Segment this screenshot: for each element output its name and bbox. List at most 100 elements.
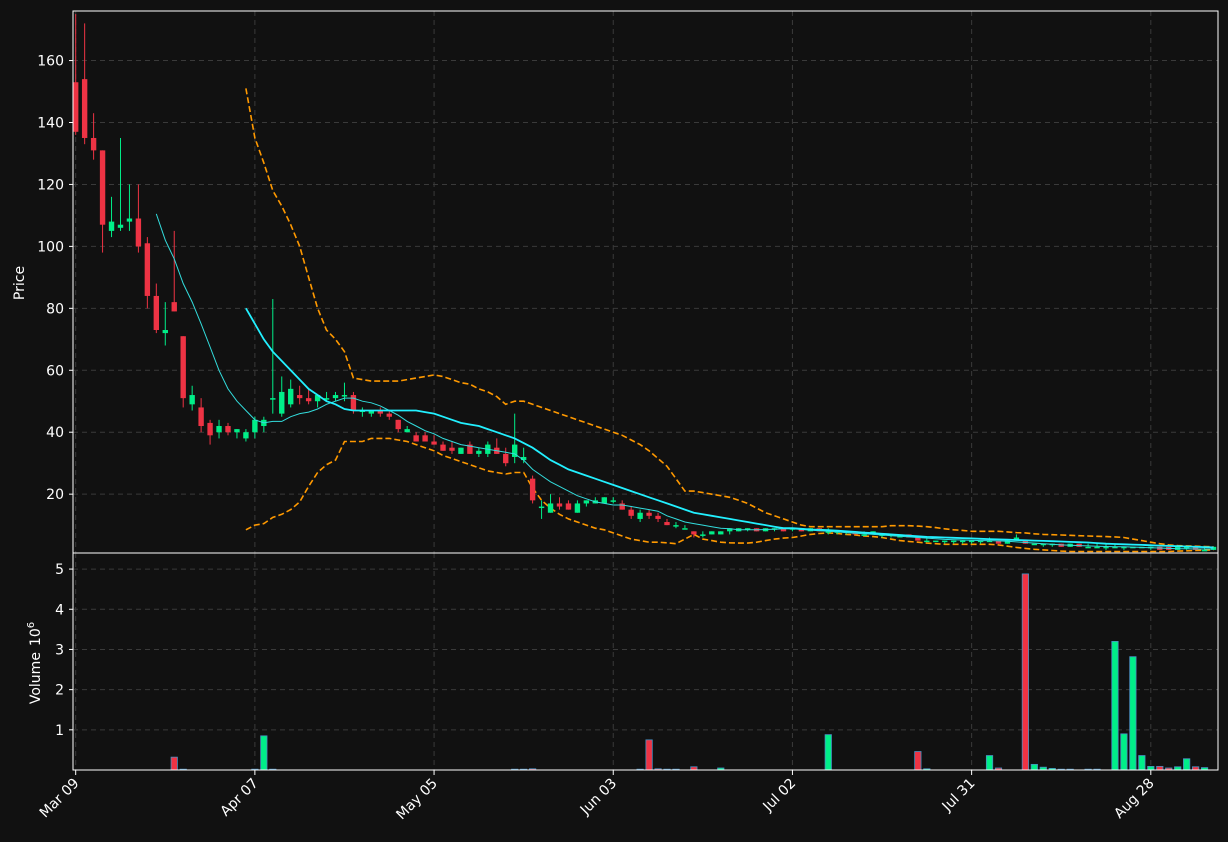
volume-bar-up	[1111, 641, 1119, 771]
candle-up	[933, 540, 939, 543]
candle-body	[1085, 546, 1091, 549]
candle-body	[117, 224, 124, 228]
volume-bar-up	[985, 755, 994, 771]
volume-tick-label: 5	[55, 562, 64, 578]
candle-body	[422, 435, 428, 442]
candle-body	[225, 426, 231, 433]
candle-body	[476, 450, 482, 454]
volume-bar-up	[1138, 755, 1146, 771]
price-tick-label: 80	[46, 301, 64, 317]
candle-body	[709, 531, 715, 535]
candle-body	[386, 413, 392, 417]
candle-body	[216, 426, 222, 433]
volume-bar-down	[1021, 573, 1029, 771]
volume-bar-up	[1120, 733, 1128, 771]
volume-tick-label: 2	[55, 683, 64, 699]
volume-bar-down	[170, 756, 178, 771]
candle-body	[503, 453, 509, 464]
volume-tick-label: 4	[55, 602, 64, 618]
candle-up	[709, 531, 715, 535]
candlestick-chart: 20 40 60 80 100 120 140 160 Price 1 2 3 4 5 Volume 1…	[0, 0, 1228, 842]
candle-body	[305, 398, 312, 402]
candle-body	[673, 525, 679, 527]
volume-bar-down	[645, 739, 653, 771]
candle-body	[942, 540, 948, 543]
price-tick-label: 60	[46, 363, 64, 379]
candle-body	[189, 395, 195, 405]
candle-body	[234, 429, 240, 433]
candle-body	[126, 218, 133, 222]
candle-body	[350, 395, 357, 411]
candle-body	[610, 500, 616, 502]
candle-body	[153, 295, 160, 331]
volume-axis-label: Volume 106	[26, 622, 44, 704]
volume-axis-exponent-power: 6	[26, 622, 37, 628]
candle-body	[1201, 549, 1208, 552]
candle-body	[99, 150, 106, 225]
candle-body	[583, 500, 590, 504]
candle-body	[135, 218, 142, 247]
candle-body	[341, 395, 348, 397]
volume-bar-up	[1183, 758, 1191, 771]
price-tick-label: 40	[46, 425, 64, 441]
candle-body	[144, 243, 151, 296]
candle-body	[691, 531, 697, 535]
volume-bar-down	[914, 751, 922, 771]
volume-tick-label: 3	[55, 642, 64, 658]
price-tick-label: 20	[46, 487, 64, 503]
candle-body	[574, 503, 581, 513]
price-tick-label: 160	[37, 54, 64, 70]
candle-up	[458, 447, 464, 454]
candle-body	[718, 531, 724, 535]
candle-down	[529, 475, 536, 504]
candle-body	[288, 388, 294, 405]
candle-body	[655, 515, 661, 519]
candle-body	[619, 503, 625, 510]
price-tick-label: 120	[37, 177, 64, 193]
candle-body	[538, 506, 545, 509]
candle-body	[108, 221, 115, 231]
candle-body	[1031, 543, 1038, 546]
volume-bar-up	[260, 735, 268, 771]
candle-body	[431, 441, 437, 445]
candle-body	[637, 512, 643, 519]
price-tick-label: 140	[37, 115, 64, 131]
candle-body	[162, 330, 168, 334]
candle-up	[601, 497, 607, 504]
candle-body	[933, 540, 939, 543]
candle-body	[395, 419, 401, 430]
candle-body	[413, 435, 419, 442]
candle-body	[682, 528, 688, 530]
candle-body	[601, 497, 607, 504]
volume-bar-up	[1030, 763, 1038, 771]
candle-body	[959, 540, 966, 543]
volume-bar-up	[824, 734, 832, 771]
candle-body	[861, 534, 867, 536]
candle-body	[81, 79, 88, 138]
candle-up	[718, 531, 724, 535]
candle-body	[529, 478, 536, 501]
candle-body	[243, 432, 249, 439]
candle-body	[951, 540, 957, 543]
candle-body	[198, 407, 204, 427]
volume-tick-label: 1	[55, 723, 64, 739]
candle-body	[180, 336, 186, 399]
price-axis-label: Price	[12, 266, 28, 300]
candle-body	[279, 391, 285, 414]
candle-body	[565, 503, 572, 510]
volume-bar-up	[1147, 765, 1155, 771]
candle-body	[646, 512, 652, 516]
candle-body	[171, 302, 177, 312]
candle-body	[458, 447, 464, 454]
candle-body	[270, 398, 276, 400]
candle-body	[404, 429, 410, 433]
price-tick-label: 100	[37, 239, 64, 255]
candle-body	[449, 447, 455, 451]
candle-body	[252, 419, 258, 433]
candle-up	[1031, 543, 1038, 546]
volume-bar-up	[1129, 656, 1137, 771]
candle-body	[628, 509, 634, 516]
candle-body	[296, 395, 303, 399]
candle-body	[90, 137, 97, 151]
chart-background	[0, 0, 1228, 842]
